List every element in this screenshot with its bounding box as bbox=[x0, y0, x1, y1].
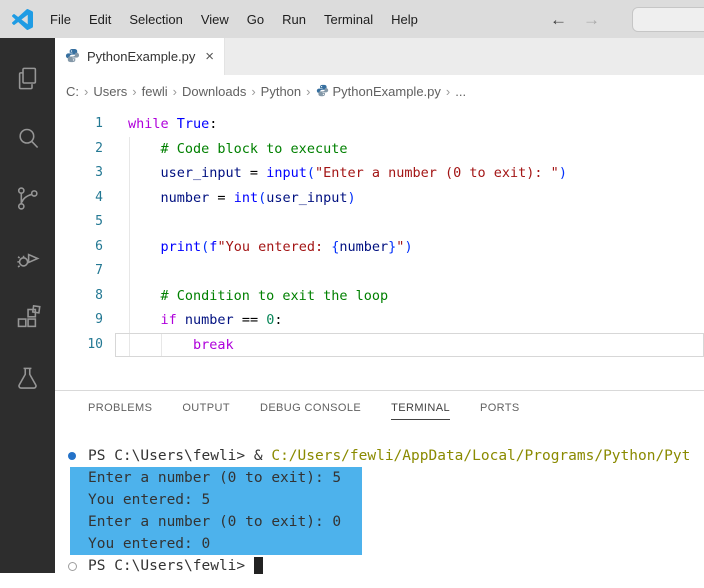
titlebar: File Edit Selection View Go Run Terminal Help ←… bbox=[0, 0, 704, 38]
source-control-icon[interactable] bbox=[0, 168, 55, 228]
line-number[interactable]: 8 bbox=[55, 284, 103, 309]
line-number[interactable]: 1 bbox=[55, 112, 103, 137]
code-line-4[interactable]: 4 number = int(user_input) bbox=[55, 186, 704, 211]
menu-edit[interactable]: Edit bbox=[80, 12, 120, 27]
terminal-line[interactable]: PS C:\Users\fewli> & C:/Users/fewli/AppD… bbox=[55, 445, 704, 467]
chevron-right-icon: › bbox=[445, 84, 451, 99]
code-line-6[interactable]: 6 print(f"You entered: {number}") bbox=[55, 235, 704, 260]
bottom-panel: PROBLEMS OUTPUT DEBUG CONSOLE TERMINAL PORTS… bbox=[55, 390, 704, 588]
line-number[interactable]: 6 bbox=[55, 235, 103, 260]
activity-bar bbox=[0, 38, 55, 573]
breadcrumb-item-pythonexample-py[interactable]: PythonExample.py bbox=[316, 84, 441, 100]
close-icon[interactable]: × bbox=[205, 49, 214, 64]
menu-file[interactable]: File bbox=[41, 12, 80, 27]
terminal-line[interactable]: Enter a number (0 to exit): 0 bbox=[55, 511, 704, 533]
nav-controls: ← → bbox=[550, 6, 704, 32]
menu-go[interactable]: Go bbox=[238, 12, 273, 27]
breadcrumb-item--[interactable]: ... bbox=[455, 84, 466, 99]
testing-icon[interactable] bbox=[0, 348, 55, 408]
python-icon bbox=[316, 84, 329, 100]
chevron-right-icon: › bbox=[132, 84, 137, 99]
search-icon[interactable] bbox=[0, 108, 55, 168]
line-number[interactable]: 2 bbox=[55, 137, 103, 162]
run-debug-icon[interactable] bbox=[0, 228, 55, 288]
menu-selection[interactable]: Selection bbox=[120, 12, 191, 27]
breadcrumb-item-users[interactable]: Users bbox=[93, 84, 127, 99]
terminal[interactable]: PS C:\Users\fewli> & C:/Users/fewli/AppD… bbox=[55, 391, 704, 588]
breadcrumb: C: › Users › fewli › Downloads › Python › PythonE… bbox=[55, 75, 704, 108]
line-number[interactable]: 5 bbox=[55, 210, 103, 235]
line-number[interactable]: 7 bbox=[55, 259, 103, 284]
line-number[interactable]: 9 bbox=[55, 308, 103, 333]
tab-label: PythonExample.py bbox=[87, 49, 196, 64]
code-line-1[interactable]: 1 while True: bbox=[55, 112, 704, 137]
chevron-right-icon: › bbox=[306, 84, 311, 99]
chevron-right-icon: › bbox=[251, 84, 256, 99]
vscode-logo-icon bbox=[12, 8, 33, 30]
vscode-window: { "colors": { "keyword": "#af00db", "bui… bbox=[0, 0, 704, 588]
code-editor[interactable]: 1 while True: 2 # Code block to execute 3 u… bbox=[55, 108, 704, 390]
terminal-line[interactable]: Enter a number (0 to exit): 5 bbox=[55, 467, 704, 489]
code-line-5[interactable]: 5 bbox=[55, 210, 704, 235]
terminal-cursor bbox=[253, 557, 263, 574]
code-line-3[interactable]: 3 user_input = input("Enter a number (0 … bbox=[55, 161, 704, 186]
extensions-icon[interactable] bbox=[0, 288, 55, 348]
line-number[interactable]: 10 bbox=[55, 333, 103, 358]
code-line-8[interactable]: 8 # Condition to exit the loop bbox=[55, 284, 704, 309]
line-number[interactable]: 3 bbox=[55, 161, 103, 186]
tab-pythonexample[interactable]: PythonExample.py × bbox=[55, 38, 225, 75]
forward-arrow-icon[interactable]: → bbox=[583, 11, 600, 28]
code-line-2[interactable]: 2 # Code block to execute bbox=[55, 137, 704, 162]
menu-help[interactable]: Help bbox=[382, 12, 427, 27]
menu-bar: File Edit Selection View Go Run Terminal Help bbox=[41, 12, 427, 27]
tab-bar: PythonExample.py × bbox=[55, 38, 704, 75]
menu-run[interactable]: Run bbox=[273, 12, 315, 27]
breadcrumb-item-python[interactable]: Python bbox=[261, 84, 301, 99]
breadcrumb-item-c-[interactable]: C: bbox=[66, 84, 79, 99]
python-icon bbox=[65, 48, 80, 66]
terminal-line[interactable]: You entered: 5 bbox=[55, 489, 704, 511]
explorer-icon[interactable] bbox=[0, 48, 55, 108]
command-decoration-open-icon bbox=[68, 562, 77, 571]
editor-area: PythonExample.py × C: › Users › fewli › Downlo… bbox=[55, 38, 704, 390]
terminal-line[interactable]: PS C:\Users\fewli> bbox=[55, 555, 704, 577]
command-decoration-filled-icon bbox=[68, 452, 76, 460]
menu-terminal[interactable]: Terminal bbox=[315, 12, 382, 27]
code-line-7[interactable]: 7 bbox=[55, 259, 704, 284]
code-line-9[interactable]: 9 if number == 0: bbox=[55, 308, 704, 333]
line-number[interactable]: 4 bbox=[55, 186, 103, 211]
command-search-box[interactable] bbox=[632, 6, 704, 32]
back-arrow-icon[interactable]: ← bbox=[550, 11, 567, 28]
chevron-right-icon: › bbox=[172, 84, 177, 99]
menu-view[interactable]: View bbox=[192, 12, 238, 27]
terminal-line[interactable]: You entered: 0 bbox=[55, 533, 704, 555]
breadcrumb-item-fewli[interactable]: fewli bbox=[142, 84, 168, 99]
code-line-10[interactable]: 10 break bbox=[55, 332, 704, 358]
breadcrumb-item-downloads[interactable]: Downloads bbox=[182, 84, 246, 99]
chevron-right-icon: › bbox=[84, 84, 89, 99]
